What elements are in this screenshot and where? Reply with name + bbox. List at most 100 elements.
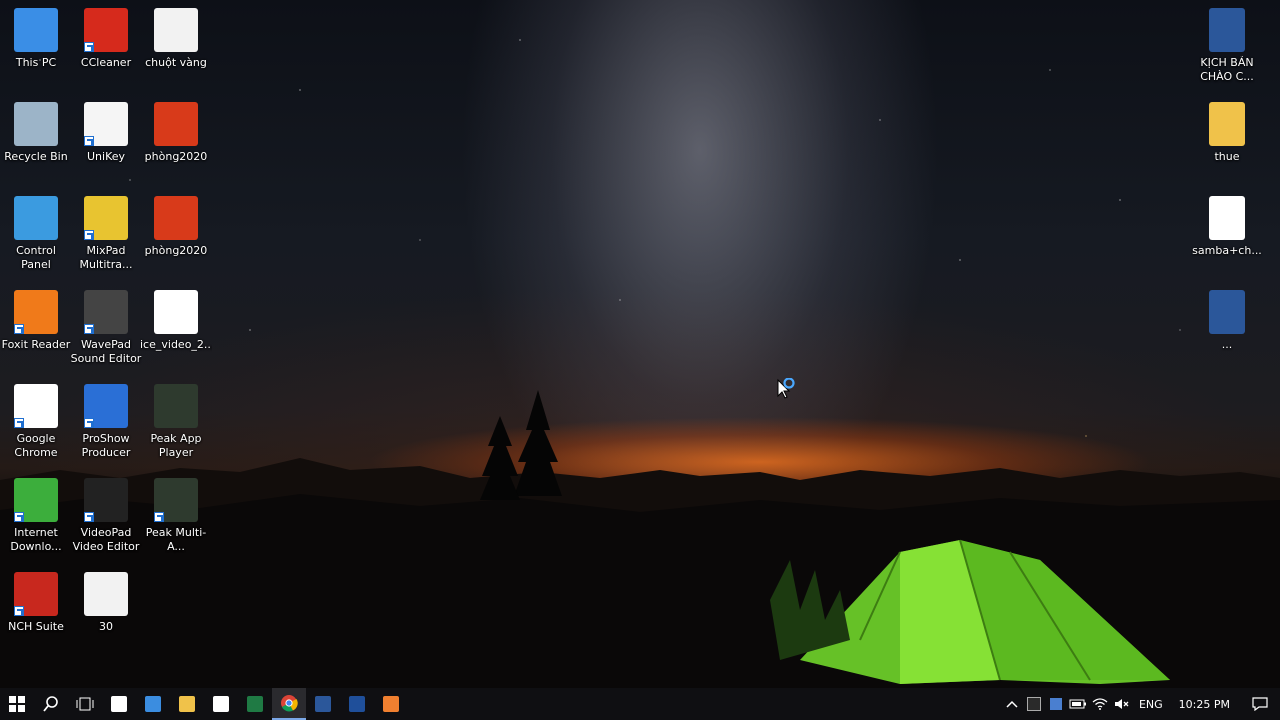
desktop-icon-label: NCH Suite bbox=[8, 620, 64, 633]
desktop-icon[interactable]: Foxit Reader bbox=[0, 290, 72, 352]
battery-icon[interactable] bbox=[1067, 688, 1089, 720]
desktop-icon-label: ice_video_2... bbox=[140, 338, 212, 351]
wavepad-icon bbox=[84, 290, 128, 334]
desktop-icon[interactable]: chuột vàng bbox=[140, 8, 212, 70]
desktop-icon[interactable]: 30 bbox=[70, 572, 142, 634]
photoshop-image-icon bbox=[154, 196, 198, 240]
shortcut-arrow-icon bbox=[14, 606, 24, 616]
desktop-icon-label: Control Panel bbox=[16, 244, 56, 271]
desktop-icon[interactable]: KỊCH BẢN CHÀO C... bbox=[1191, 8, 1263, 84]
desktop-icon[interactable]: WavePad Sound Editor bbox=[70, 290, 142, 366]
word-document-icon bbox=[1209, 290, 1245, 334]
desktop-icon-label: Recycle Bin bbox=[4, 150, 68, 163]
shortcut-arrow-icon bbox=[84, 418, 94, 428]
photoshop-image-icon bbox=[154, 8, 198, 52]
tray-app-icon[interactable] bbox=[1023, 688, 1045, 720]
ccleaner-icon bbox=[84, 8, 128, 52]
desktop-icon[interactable]: samba+ch... bbox=[1191, 196, 1263, 258]
desktop-icon-label: ... bbox=[1221, 338, 1233, 351]
photoshop-image-icon bbox=[84, 572, 128, 616]
desktop-icon-label: phòng2020 bbox=[144, 150, 208, 163]
desktop[interactable]: This PC CCleaner chuột vàng Recycle Bin UniK… bbox=[0, 0, 1280, 688]
busy-cursor-icon bbox=[777, 378, 795, 399]
chrome-icon[interactable] bbox=[272, 688, 306, 720]
proshow-icon bbox=[84, 384, 128, 428]
desktop-icon[interactable]: Internet Downlo... bbox=[0, 478, 72, 554]
nch-suite-icon bbox=[14, 572, 58, 616]
system-tray: ENG 10:25 PM bbox=[1001, 688, 1280, 720]
desktop-icon-label: Google Chrome bbox=[14, 432, 58, 459]
desktop-icon-label: CCleaner bbox=[80, 56, 132, 69]
file-explorer-icon[interactable] bbox=[170, 688, 204, 720]
store-icon[interactable] bbox=[102, 688, 136, 720]
edge-icon[interactable] bbox=[136, 688, 170, 720]
chrome-icon bbox=[14, 384, 58, 428]
video-file-icon bbox=[154, 290, 198, 334]
desktop-icon[interactable]: UniKey bbox=[70, 102, 142, 164]
desktop-icon[interactable]: ice_video_2... bbox=[140, 290, 212, 352]
desktop-icon[interactable]: This PC bbox=[0, 8, 72, 70]
desktop-icon[interactable]: VideoPad Video Editor bbox=[70, 478, 142, 554]
desktop-icon[interactable]: NCH Suite bbox=[0, 572, 72, 634]
desktop-icon-label: WavePad Sound Editor bbox=[70, 338, 142, 365]
desktop-icon-label: Peak Multi-A... bbox=[145, 526, 207, 553]
desktop-icon-label: Peak App Player bbox=[150, 432, 202, 459]
shortcut-arrow-icon bbox=[84, 42, 94, 52]
taskbar: ENG 10:25 PM bbox=[0, 688, 1280, 720]
excel-icon[interactable] bbox=[238, 688, 272, 720]
desktop-icon[interactable]: thue bbox=[1191, 102, 1263, 164]
shortcut-arrow-icon bbox=[154, 512, 164, 522]
shortcut-arrow-icon bbox=[14, 512, 24, 522]
tray-document-icon[interactable] bbox=[1045, 688, 1067, 720]
desktop-icon-label: Internet Downlo... bbox=[10, 526, 62, 553]
desktop-icon-label: VideoPad Video Editor bbox=[72, 526, 140, 553]
desktop-icon-label: UniKey bbox=[86, 150, 126, 163]
desktop-icon[interactable]: ProShow Producer bbox=[70, 384, 142, 460]
shortcut-arrow-icon bbox=[84, 324, 94, 334]
shortcut-arrow-icon bbox=[14, 418, 24, 428]
language-indicator[interactable]: ENG bbox=[1133, 688, 1169, 720]
word-document-icon bbox=[1209, 8, 1245, 52]
desktop-icon-label: MixPad Multitra... bbox=[79, 244, 133, 271]
desktop-icon-label: phòng2020 bbox=[144, 244, 208, 257]
clock[interactable]: 10:25 PM bbox=[1169, 688, 1240, 720]
desktop-icon[interactable]: ... bbox=[1191, 290, 1263, 352]
desktop-icon[interactable]: Recycle Bin bbox=[0, 102, 72, 164]
windows-start-icon[interactable] bbox=[0, 688, 34, 720]
mail-icon[interactable] bbox=[204, 688, 238, 720]
taskbar-apps bbox=[0, 688, 408, 720]
mp3-file-icon bbox=[1209, 196, 1245, 240]
desktop-icon-label: chuột vàng bbox=[145, 56, 207, 69]
control-panel-icon bbox=[14, 196, 58, 240]
desktop-icon-label: 30 bbox=[99, 620, 113, 633]
desktop-icon[interactable]: phòng2020 bbox=[140, 102, 212, 164]
desktop-icon-label: KỊCH BẢN CHÀO C... bbox=[1200, 56, 1254, 83]
shortcut-arrow-icon bbox=[84, 136, 94, 146]
volume-muted-icon[interactable] bbox=[1111, 688, 1133, 720]
word-icon[interactable] bbox=[306, 688, 340, 720]
show-hidden-icons-chevron-icon[interactable] bbox=[1001, 688, 1023, 720]
foxit-reader-icon bbox=[14, 290, 58, 334]
desktop-icon[interactable]: MixPad Multitra... bbox=[70, 196, 142, 272]
peak-app-icon bbox=[154, 384, 198, 428]
folder-zip-icon bbox=[1209, 102, 1245, 146]
this-pc-icon bbox=[14, 8, 58, 52]
task-view-icon[interactable] bbox=[68, 688, 102, 720]
desktop-icon-label: thue bbox=[1214, 150, 1240, 163]
desktop-icon[interactable]: CCleaner bbox=[70, 8, 142, 70]
photoshop-icon[interactable] bbox=[340, 688, 374, 720]
app-icon[interactable] bbox=[374, 688, 408, 720]
recycle-bin-icon bbox=[14, 102, 58, 146]
desktop-icon[interactable]: Peak App Player bbox=[140, 384, 212, 460]
unikey-icon bbox=[84, 102, 128, 146]
desktop-icon[interactable]: Peak Multi-A... bbox=[140, 478, 212, 554]
desktop-icon[interactable]: Control Panel bbox=[0, 196, 72, 272]
shortcut-arrow-icon bbox=[14, 324, 24, 334]
wifi-icon[interactable] bbox=[1089, 688, 1111, 720]
idm-icon bbox=[14, 478, 58, 522]
desktop-icon[interactable]: Google Chrome bbox=[0, 384, 72, 460]
desktop-icon[interactable]: phòng2020 bbox=[140, 196, 212, 258]
search-icon[interactable] bbox=[34, 688, 68, 720]
videopad-icon bbox=[84, 478, 128, 522]
action-center-icon[interactable] bbox=[1240, 688, 1280, 720]
